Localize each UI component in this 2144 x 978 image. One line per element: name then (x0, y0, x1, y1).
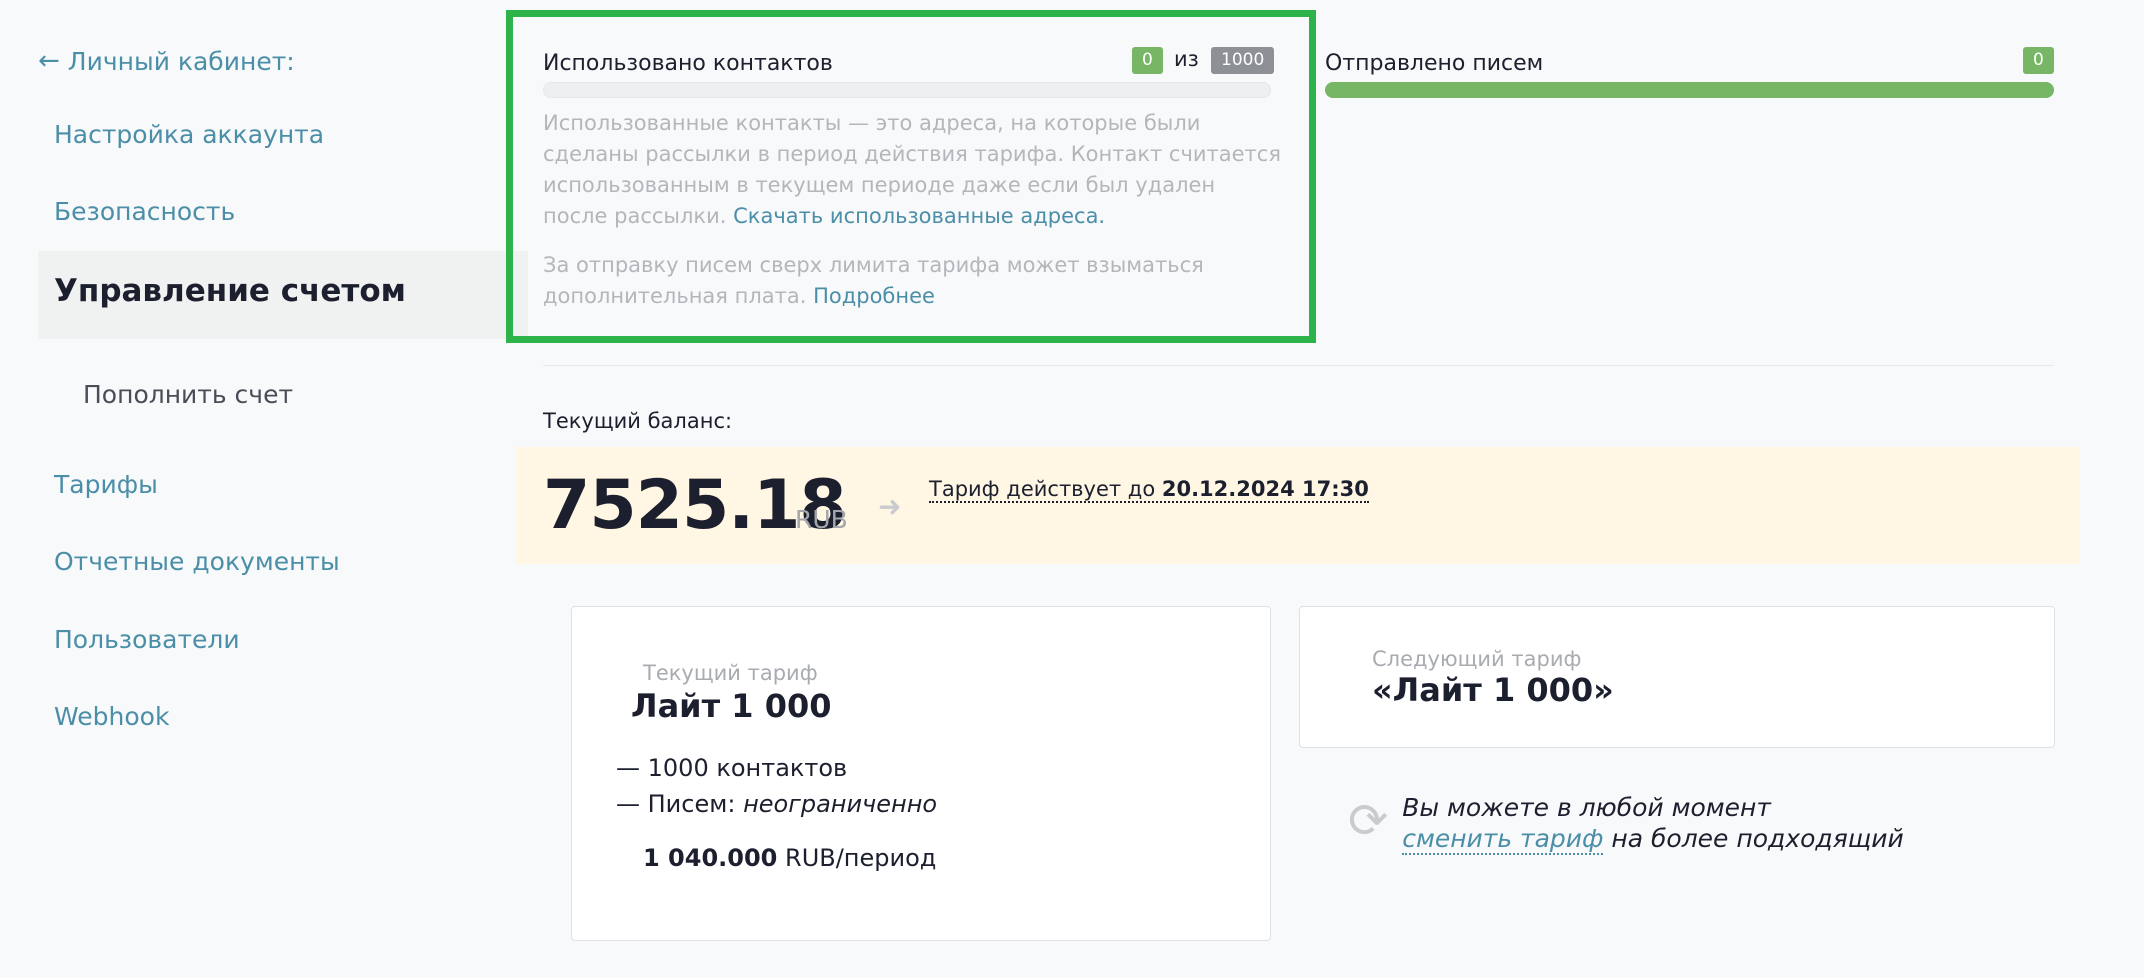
emails-sent-label: Отправлено писем (1325, 51, 1544, 76)
change-tariff-text: Вы можете в любой момент сменить тариф н… (1402, 792, 1904, 855)
feature-emails: — Писем: неограниченно (616, 790, 937, 818)
overlimit-description: За отправку писем сверх лимита тарифа мо… (543, 250, 1283, 312)
back-link-label: Личный кабинет: (67, 46, 295, 76)
section-divider (543, 365, 2054, 366)
feature-emails-prefix: — Писем: (616, 790, 736, 818)
feature-emails-value: неограниченно (743, 790, 938, 818)
sidebar-item-reports[interactable]: Отчетные документы (54, 547, 340, 576)
change-tariff-line1: Вы можете в любой момент (1402, 793, 1771, 822)
sidebar-item-webhook[interactable]: Webhook (54, 702, 169, 731)
change-tariff-link[interactable]: сменить тариф (1402, 824, 1604, 855)
contacts-used-label: Использовано контактов (543, 51, 833, 76)
current-tariff-name: Лайт 1 000 (631, 687, 832, 725)
sidebar: ← Личный кабинет: Настройка аккаунта Без… (0, 0, 528, 978)
next-tariff-name: «Лайт 1 000» (1372, 671, 1614, 709)
arrow-left-icon: ← (38, 46, 60, 76)
more-info-link[interactable]: Подробнее (813, 284, 935, 308)
sidebar-item-users[interactable]: Пользователи (54, 625, 240, 654)
sidebar-item-billing-label: Управление счетом (54, 273, 407, 309)
tariff-price: 1 040.000 RUB/период (643, 844, 936, 872)
download-used-addresses-link[interactable]: Скачать использованные адреса. (733, 204, 1105, 228)
sidebar-subitem-top-up[interactable]: Пополнить счет (83, 380, 293, 409)
balance-title: Текущий баланс: (543, 409, 733, 433)
sidebar-item-tariffs[interactable]: Тарифы (54, 470, 158, 499)
emails-progress-bar (1325, 82, 2054, 98)
tariff-valid-date: 20.12.2024 17:30 (1161, 477, 1369, 501)
arrow-right-icon: ➜ (878, 490, 902, 523)
current-tariff-caption: Текущий тариф (643, 661, 818, 685)
sidebar-item-account-settings[interactable]: Настройка аккаунта (54, 120, 324, 149)
contacts-used-badge: 0 (1132, 47, 1163, 74)
refresh-icon: ⟳ (1348, 793, 1389, 849)
emails-sent-badge: 0 (2023, 47, 2054, 74)
tariff-valid-prefix: Тариф действует до (929, 477, 1156, 501)
contacts-limit-badge: 1000 (1211, 47, 1275, 74)
change-tariff-suffix: на более подходящий (1611, 824, 1904, 853)
tariff-price-unit: RUB/период (785, 844, 937, 872)
back-link[interactable]: ← Личный кабинет: (38, 46, 295, 76)
tariff-price-value: 1 040.000 (643, 844, 778, 872)
sidebar-item-billing[interactable]: Управление счетом (38, 251, 528, 339)
tariff-valid-until-link[interactable]: Тариф действует до 20.12.2024 17:30 (929, 477, 1369, 503)
of-label: из (1174, 47, 1199, 71)
next-tariff-caption: Следующий тариф (1372, 647, 1582, 671)
feature-contacts: — 1000 контактов (616, 754, 848, 782)
current-tariff-card: Текущий тариф Лайт 1 000 — 1000 контакто… (571, 606, 1271, 941)
next-tariff-card: Следующий тариф «Лайт 1 000» (1299, 606, 2055, 748)
sidebar-item-security[interactable]: Безопасность (54, 197, 235, 226)
balance-currency: RUB (795, 505, 848, 534)
contacts-progress-bar (543, 82, 1271, 98)
change-tariff-note: ⟳ Вы можете в любой момент сменить тариф… (1348, 792, 1904, 855)
used-contacts-description: Использованные контакты — это адреса, на… (543, 108, 1283, 232)
